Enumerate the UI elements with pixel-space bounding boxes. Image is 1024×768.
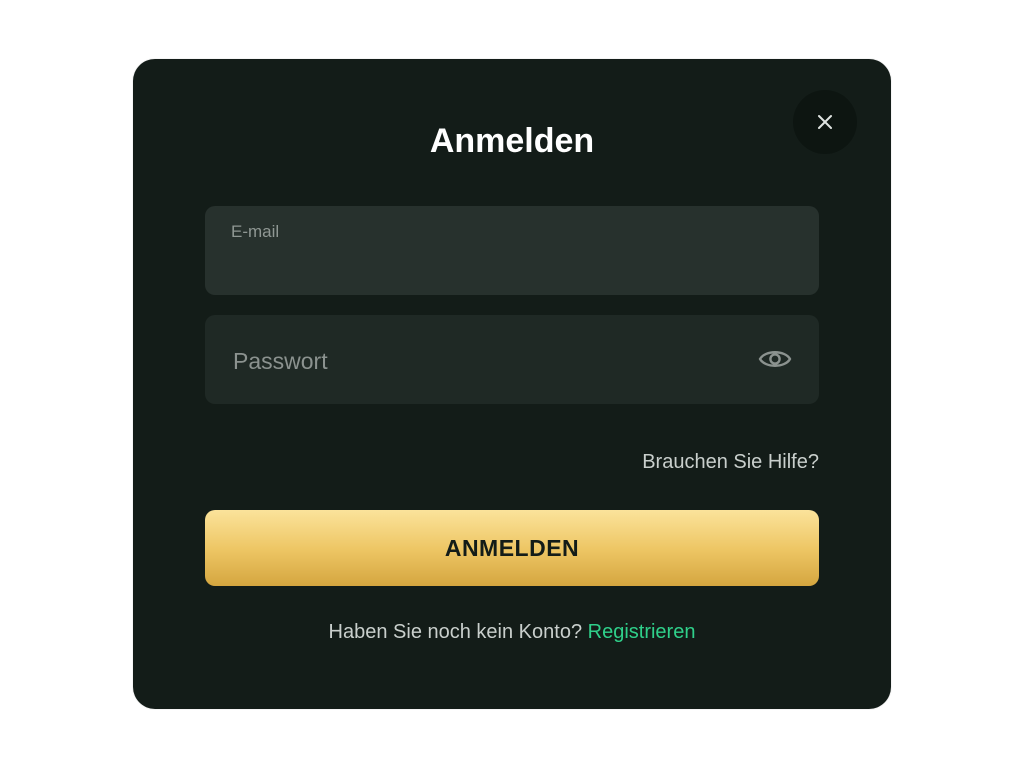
email-input[interactable] [231, 248, 795, 284]
password-input[interactable] [231, 341, 735, 381]
help-link[interactable]: Brauchen Sie Hilfe? [642, 451, 819, 474]
modal-title: Anmelden [429, 122, 595, 160]
register-prompt: Haben Sie noch kein Konto? [328, 621, 583, 643]
register-row: Haben Sie noch kein Konto? Registrieren [133, 621, 891, 644]
login-modal: Anmelden E-mail Brauchen Sie Hilfe? ANME… [133, 59, 891, 709]
email-field[interactable]: E-mail [205, 206, 819, 295]
show-password-toggle[interactable] [757, 343, 793, 375]
register-link[interactable]: Registrieren [588, 621, 696, 643]
eye-icon [758, 351, 792, 367]
email-field-label: E-mail [231, 222, 280, 241]
password-field[interactable] [205, 315, 819, 404]
login-button[interactable]: ANMELDEN [205, 510, 819, 586]
